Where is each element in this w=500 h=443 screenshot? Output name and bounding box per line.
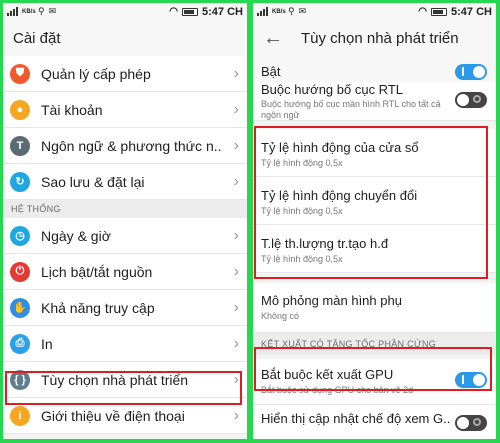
animation-scale-title: T.lệ th.lượng tr.tạo h.đ: [261, 236, 389, 251]
hand-icon: ✋: [10, 297, 30, 318]
notification-icon: ✉: [298, 6, 307, 16]
settings-item-printer[interactable]: ⎙ In ›: [3, 326, 247, 362]
animation-scale-summary: Tỷ lệ hình động 0,5x: [261, 158, 343, 168]
settings-item-label: Ngày & giờ: [41, 227, 111, 244]
settings-screen: KB/s ⚲ ✉ ◠ 5:47 CH Cài đặt ⛊ Quản lý cấp …: [3, 3, 247, 439]
settings-item-label: Giới thiệu về điện thoại: [41, 407, 185, 424]
chevron-right-icon: ›: [233, 406, 239, 424]
page-title: Tùy chọn nhà phát triển: [301, 29, 459, 47]
settings-item-person[interactable]: ● Tài khoản ›: [3, 92, 247, 128]
battery-icon: [431, 7, 448, 16]
clock-icon: ◷: [10, 225, 30, 246]
usb-icon: ⚲: [38, 6, 45, 16]
settings-list-top: ⛊ Quản lý cấp phép › ● Tài khoản › T Ngôn ngữ &…: [3, 56, 247, 200]
backup-icon: ↻: [10, 171, 30, 192]
person-icon: ●: [10, 99, 30, 120]
code-icon: { }: [10, 369, 30, 390]
master-switch-label: Bật: [261, 64, 281, 79]
developer-options-screen: KB/s ⚲ ✉ ◠ 5:47 CH ← Tùy chọn nhà phát t…: [253, 3, 496, 439]
animation-scale-title: Tỷ lệ hình động chuyển đổi: [261, 188, 418, 203]
settings-item-label: Ngôn ngữ & phương thức n..: [41, 137, 222, 154]
gpu-view-updates-toggle[interactable]: [455, 415, 487, 431]
animation-scale-row[interactable]: Tỷ lệ hình động của cửa sổ Tỷ lệ hình độn…: [253, 129, 496, 177]
info-icon: i: [10, 405, 30, 426]
animation-scale-row[interactable]: T.lệ th.lượng tr.tạo h.đ Tỷ lệ hình động …: [253, 225, 496, 273]
settings-item-clock[interactable]: ◷ Ngày & giờ ›: [3, 218, 247, 254]
settings-item-code[interactable]: { } Tùy chọn nhà phát triển ›: [3, 362, 247, 398]
section-header-hw-rendering: KẾT XUẤT CÓ TĂNG TỐC PHẦN CỨNG: [253, 333, 496, 355]
force-gpu-title: Bắt buộc kết xuất GPU: [261, 367, 394, 382]
settings-item-hand[interactable]: ✋ Khả năng truy cập ›: [3, 290, 247, 326]
page-title: Cài đặt: [13, 29, 61, 47]
master-toggle[interactable]: [455, 64, 487, 80]
usb-icon: ⚲: [288, 6, 295, 16]
signal-icon: [7, 7, 18, 16]
power-icon: ⏻: [10, 261, 30, 282]
gpu-view-updates-title: Hiển thị cập nhật chế độ xem G..: [261, 411, 451, 426]
app-bar: ← Tùy chọn nhà phát triển: [253, 20, 496, 56]
chevron-right-icon: ›: [233, 136, 239, 154]
settings-list-system: ◷ Ngày & giờ › ⏻ Lịch bật/tắt nguồn › ✋ Khả năn…: [3, 218, 247, 434]
chevron-right-icon: ›: [233, 298, 239, 316]
settings-item-label: Tài khoản: [41, 101, 103, 118]
network-speed: KB/s: [272, 8, 286, 15]
settings-item-label: In: [41, 335, 53, 352]
force-rtl-summary: Buộc hướng bố cục màn hình RTL cho tất c…: [261, 99, 441, 120]
animation-scale-summary: Tỷ lệ hình động 0,5x: [261, 254, 343, 264]
status-bar: KB/s ⚲ ✉ ◠ 5:47 CH: [253, 3, 496, 20]
force-rtl-row[interactable]: Buộc hướng bố cục RTL Buộc hướng bố cục …: [253, 82, 496, 121]
settings-item-info[interactable]: i Giới thiệu về điện thoại ›: [3, 398, 247, 434]
animation-scale-title: Tỷ lệ hình động của cửa sổ: [261, 140, 419, 155]
force-rtl-title: Buộc hướng bố cục RTL: [261, 82, 404, 97]
battery-icon: [182, 7, 199, 16]
network-speed: KB/s: [22, 8, 36, 15]
force-rtl-toggle[interactable]: [455, 92, 487, 108]
animation-scale-summary: Tỷ lệ hình động 0,5x: [261, 206, 343, 216]
simulate-display-row[interactable]: Mô phỏng màn hình phụ Không có: [253, 283, 496, 333]
settings-item-label: Sao lưu & đặt lại: [41, 173, 145, 190]
force-gpu-row[interactable]: Bắt buộc kết xuất GPU Bắt buộc sử dụng G…: [253, 359, 496, 405]
chevron-right-icon: ›: [233, 226, 239, 244]
notification-icon: ✉: [48, 6, 57, 16]
settings-item-power[interactable]: ⏻ Lịch bật/tắt nguồn ›: [3, 254, 247, 290]
settings-item-shield[interactable]: ⛊ Quản lý cấp phép ›: [3, 56, 247, 92]
clock-text: 5:47 CH: [202, 5, 243, 18]
wifi-icon: ◠: [169, 6, 179, 17]
chevron-right-icon: ›: [233, 64, 239, 82]
settings-item-label: Quản lý cấp phép: [41, 65, 151, 82]
clock-text: 5:47 CH: [451, 5, 492, 18]
settings-item-label: Tùy chọn nhà phát triển: [41, 371, 189, 388]
wifi-icon: ◠: [418, 6, 428, 17]
chevron-right-icon: ›: [233, 334, 239, 352]
status-bar: KB/s ⚲ ✉ ◠ 5:47 CH: [3, 3, 247, 20]
section-header-system: HỆ THỐNG: [3, 200, 247, 218]
animation-scale-list: Tỷ lệ hình động của cửa sổ Tỷ lệ hình độn…: [253, 129, 496, 273]
shield-icon: ⛊: [10, 63, 30, 84]
chevron-right-icon: ›: [233, 262, 239, 280]
back-arrow-icon[interactable]: ←: [263, 28, 283, 48]
settings-item-language[interactable]: T Ngôn ngữ & phương thức n.. ›: [3, 128, 247, 164]
chevron-right-icon: ›: [233, 100, 239, 118]
simulate-display-title: Mô phỏng màn hình phụ: [261, 293, 402, 308]
gpu-view-updates-row[interactable]: Hiển thị cập nhật chế độ xem G..: [253, 405, 496, 439]
signal-icon: [257, 7, 268, 16]
chevron-right-icon: ›: [233, 172, 239, 190]
settings-item-label: Lịch bật/tắt nguồn: [41, 263, 153, 280]
app-bar: Cài đặt: [3, 20, 247, 56]
simulate-display-summary: Không có: [261, 311, 300, 321]
chevron-right-icon: ›: [233, 370, 239, 388]
animation-scale-row[interactable]: Tỷ lệ hình động chuyển đổi Tỷ lệ hình độn…: [253, 177, 496, 225]
printer-icon: ⎙: [10, 333, 30, 354]
settings-item-label: Khả năng truy cập: [41, 299, 155, 316]
force-gpu-toggle[interactable]: [455, 372, 487, 388]
force-gpu-summary: Bắt buộc sử dụng GPU cho bản vẽ 2d: [261, 385, 414, 395]
settings-item-backup[interactable]: ↻ Sao lưu & đặt lại ›: [3, 164, 247, 200]
language-icon: T: [10, 135, 30, 156]
